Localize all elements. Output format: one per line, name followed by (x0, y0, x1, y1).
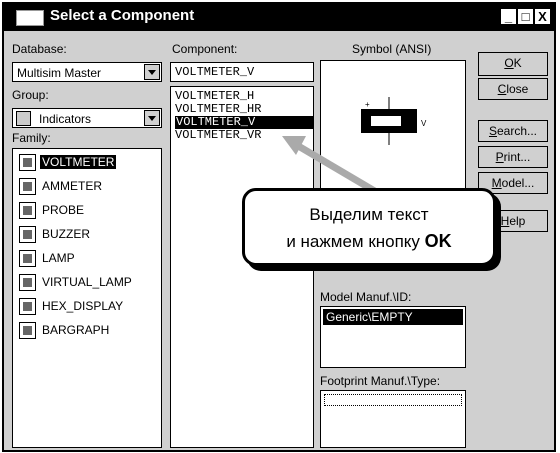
database-value: Multisim Master (17, 66, 102, 80)
window-title: Select a Component (50, 7, 195, 24)
model-manuf-label: Model Manuf.\ID: (320, 290, 412, 304)
chevron-down-icon[interactable] (144, 64, 160, 80)
component-list[interactable]: VOLTMETER_H VOLTMETER_HR VOLTMETER_V VOL… (170, 86, 314, 448)
probe-icon (19, 202, 36, 219)
component-label: Component: (172, 42, 238, 56)
search-button[interactable]: Search... (478, 120, 548, 142)
callout-line-1: Выделим текст (309, 205, 429, 224)
symbol-label: Symbol (ANSI) (352, 42, 432, 56)
hex-display-icon (19, 298, 36, 315)
print-button[interactable]: Print... (478, 146, 548, 168)
window-icon[interactable] (16, 10, 44, 26)
callout-line-2: и нажмем кнопку OK (286, 231, 452, 251)
indicators-group-icon (16, 111, 31, 126)
footprint-label: Footprint Manuf.\Type: (320, 374, 441, 388)
chevron-down-icon[interactable] (144, 110, 160, 126)
svg-text:+: + (365, 100, 370, 109)
model-manuf-item[interactable]: Generic\EMPTY (323, 309, 463, 325)
callout-ok-text: OK (424, 231, 452, 251)
symbol-preview: V + (320, 60, 466, 196)
footprint-list[interactable] (320, 390, 466, 448)
family-label: Family: (12, 131, 51, 145)
virtual-lamp-icon (19, 274, 36, 291)
title-bar[interactable]: Select a Component _ □ X (4, 4, 554, 31)
lamp-icon (19, 250, 36, 267)
footprint-focus-row[interactable] (324, 394, 462, 406)
close-window-button[interactable]: X (534, 8, 551, 25)
buzzer-icon (19, 226, 36, 243)
database-select[interactable]: Multisim Master (12, 62, 162, 82)
group-value: Indicators (39, 112, 92, 126)
model-manuf-list[interactable]: Generic\EMPTY (320, 306, 466, 368)
family-list[interactable]: VOLTMETER AMMETER PROBE BUZZER LAMP VIRT… (12, 148, 162, 448)
close-button[interactable]: Close (478, 78, 548, 100)
bargraph-icon (19, 322, 36, 339)
ok-button[interactable]: OK (478, 52, 548, 76)
minimize-button[interactable]: _ (500, 8, 517, 25)
svg-text:V: V (421, 119, 427, 128)
maximize-button[interactable]: □ (517, 8, 534, 25)
instruction-callout: Выделим текст и нажмем кнопку OK (242, 188, 496, 266)
voltmeter-icon (19, 154, 36, 171)
component-name-input[interactable]: VOLTMETER_V (170, 62, 314, 82)
component-item-voltmeter-vr[interactable]: VOLTMETER_VR (175, 129, 261, 142)
database-label: Database: (12, 42, 67, 56)
ammeter-icon (19, 178, 36, 195)
group-select[interactable]: Indicators (12, 108, 162, 128)
group-label: Group: (12, 88, 49, 102)
voltmeter-symbol-icon: V + (361, 97, 427, 145)
